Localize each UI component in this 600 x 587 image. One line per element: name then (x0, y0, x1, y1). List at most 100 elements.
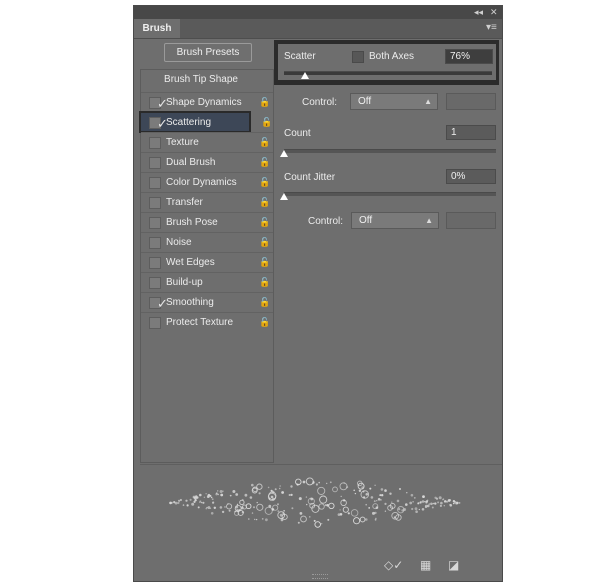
toggle-live-tip-icon[interactable]: ◇✓ (384, 559, 403, 571)
droplet-mark (268, 497, 271, 500)
lock-icon[interactable]: 🔓 (259, 316, 270, 328)
count-jitter-label: Count Jitter (284, 172, 336, 183)
droplet-mark (226, 503, 233, 510)
droplet-mark (186, 504, 189, 507)
control-value-field-2[interactable] (446, 212, 496, 229)
control-select-2[interactable]: Off ▲ (351, 212, 439, 229)
droplet-mark (235, 505, 239, 509)
brush-setting-item[interactable]: Noise 🔓 (141, 232, 273, 253)
scatter-label: Scatter (284, 51, 316, 62)
droplet-mark (406, 492, 408, 494)
lock-icon[interactable]: 🔓 (259, 136, 270, 148)
droplet-mark (310, 497, 314, 501)
setting-label: Texture (166, 137, 199, 148)
scatter-value-field[interactable]: 76% (445, 49, 493, 64)
resize-grip[interactable] (312, 574, 328, 579)
create-new-brush-icon[interactable]: ◪ (448, 559, 462, 571)
panel-menu-icon[interactable]: ▾≡ (486, 23, 498, 33)
droplet-mark (203, 496, 206, 498)
droplet-mark (365, 503, 367, 506)
droplet-mark (384, 489, 387, 492)
count-jitter-slider-track[interactable] (284, 192, 496, 196)
count-slider-thumb[interactable] (280, 150, 288, 157)
setting-checkbox[interactable] (149, 217, 161, 229)
droplet-mark (359, 516, 366, 523)
setting-checkbox[interactable] (149, 177, 161, 189)
droplet-mark (393, 516, 396, 519)
count-slider-track[interactable] (284, 149, 496, 153)
brush-setting-item[interactable]: Dual Brush 🔓 (141, 152, 273, 173)
setting-checkbox[interactable] (149, 197, 161, 209)
lock-icon[interactable]: 🔓 (259, 276, 270, 288)
lock-icon[interactable]: 🔓 (259, 256, 270, 268)
setting-checkbox[interactable] (149, 317, 161, 329)
scatter-slider-thumb[interactable] (300, 72, 309, 79)
brush-setting-item[interactable]: Transfer 🔓 (141, 192, 273, 213)
droplet-mark (377, 498, 381, 501)
droplet-mark (442, 498, 444, 501)
droplet-mark (219, 490, 223, 493)
brush-setting-item[interactable]: ✓ Smoothing 🔓 (141, 292, 273, 313)
droplet-mark (328, 502, 335, 510)
lock-icon[interactable]: 🔓 (259, 156, 270, 168)
lock-icon[interactable]: 🔓 (259, 216, 270, 228)
droplet-mark (199, 493, 202, 497)
control-value-field[interactable] (446, 93, 496, 110)
setting-checkbox[interactable]: ✓ (149, 297, 168, 311)
brush-setting-item[interactable]: Wet Edges 🔓 (141, 252, 273, 273)
droplet-mark (265, 518, 268, 522)
lock-icon[interactable]: 🔓 (259, 176, 270, 188)
droplet-mark (399, 488, 401, 490)
brush-setting-item[interactable]: ✓ Scattering 🔓 (139, 111, 272, 133)
count-jitter-slider-thumb[interactable] (280, 193, 288, 200)
brush-setting-item[interactable]: ✓ Shape Dynamics 🔓 (141, 92, 273, 113)
setting-checkbox[interactable]: ✓ (149, 97, 168, 111)
droplet-mark (361, 486, 365, 489)
droplet-mark (384, 510, 387, 512)
scatter-slider-track[interactable] (284, 71, 492, 75)
setting-checkbox[interactable] (149, 237, 161, 249)
droplet-mark (277, 510, 280, 512)
setting-checkbox[interactable] (149, 277, 161, 289)
brush-tip-shape-item[interactable]: Brush Tip Shape (141, 74, 261, 85)
setting-checkbox[interactable] (149, 157, 161, 169)
lock-icon[interactable]: 🔓 (259, 196, 270, 208)
tab-brush[interactable]: Brush (134, 19, 180, 38)
brush-setting-item[interactable]: Texture 🔓 (141, 132, 273, 153)
count-jitter-value-field[interactable]: 0% (446, 169, 496, 184)
droplet-mark (245, 503, 252, 510)
droplet-mark (192, 495, 196, 499)
count-value-field[interactable]: 1 (446, 125, 496, 140)
droplet-mark (279, 513, 283, 517)
brush-setting-item[interactable]: Build-up 🔓 (141, 272, 273, 293)
setting-checkbox[interactable] (149, 137, 161, 149)
droplet-mark (290, 485, 293, 488)
droplet-mark (439, 504, 442, 507)
collapse-icon[interactable]: ◂◂ (474, 7, 483, 18)
brush-setting-item[interactable]: Brush Pose 🔓 (141, 212, 273, 233)
brush-setting-item[interactable]: Protect Texture 🔓 (141, 312, 273, 333)
droplet-mark (199, 501, 201, 503)
brush-setting-item[interactable]: Color Dynamics 🔓 (141, 172, 273, 193)
grid-icon[interactable]: ▦ (420, 559, 434, 571)
droplet-mark (434, 502, 437, 505)
droplet-mark (440, 501, 443, 505)
droplet-mark (270, 489, 273, 492)
both-axes-checkbox[interactable] (352, 51, 364, 63)
setting-label: Color Dynamics (166, 177, 237, 188)
droplet-mark (369, 487, 372, 490)
lock-icon[interactable]: 🔓 (259, 236, 270, 248)
lock-icon[interactable]: 🔓 (259, 296, 270, 308)
droplet-mark (332, 486, 338, 493)
lock-icon[interactable]: 🔓 (261, 116, 272, 128)
droplet-mark (329, 481, 332, 484)
control-select[interactable]: Off ▲ (350, 93, 438, 110)
droplet-mark (326, 482, 328, 485)
lock-icon[interactable]: 🔓 (259, 96, 270, 108)
brush-presets-button[interactable]: Brush Presets (164, 43, 252, 62)
setting-checkbox[interactable]: ✓ (149, 117, 168, 131)
droplet-mark (220, 493, 224, 497)
close-icon[interactable]: ✕ (490, 7, 498, 18)
droplet-mark (191, 502, 195, 506)
setting-checkbox[interactable] (149, 257, 161, 269)
